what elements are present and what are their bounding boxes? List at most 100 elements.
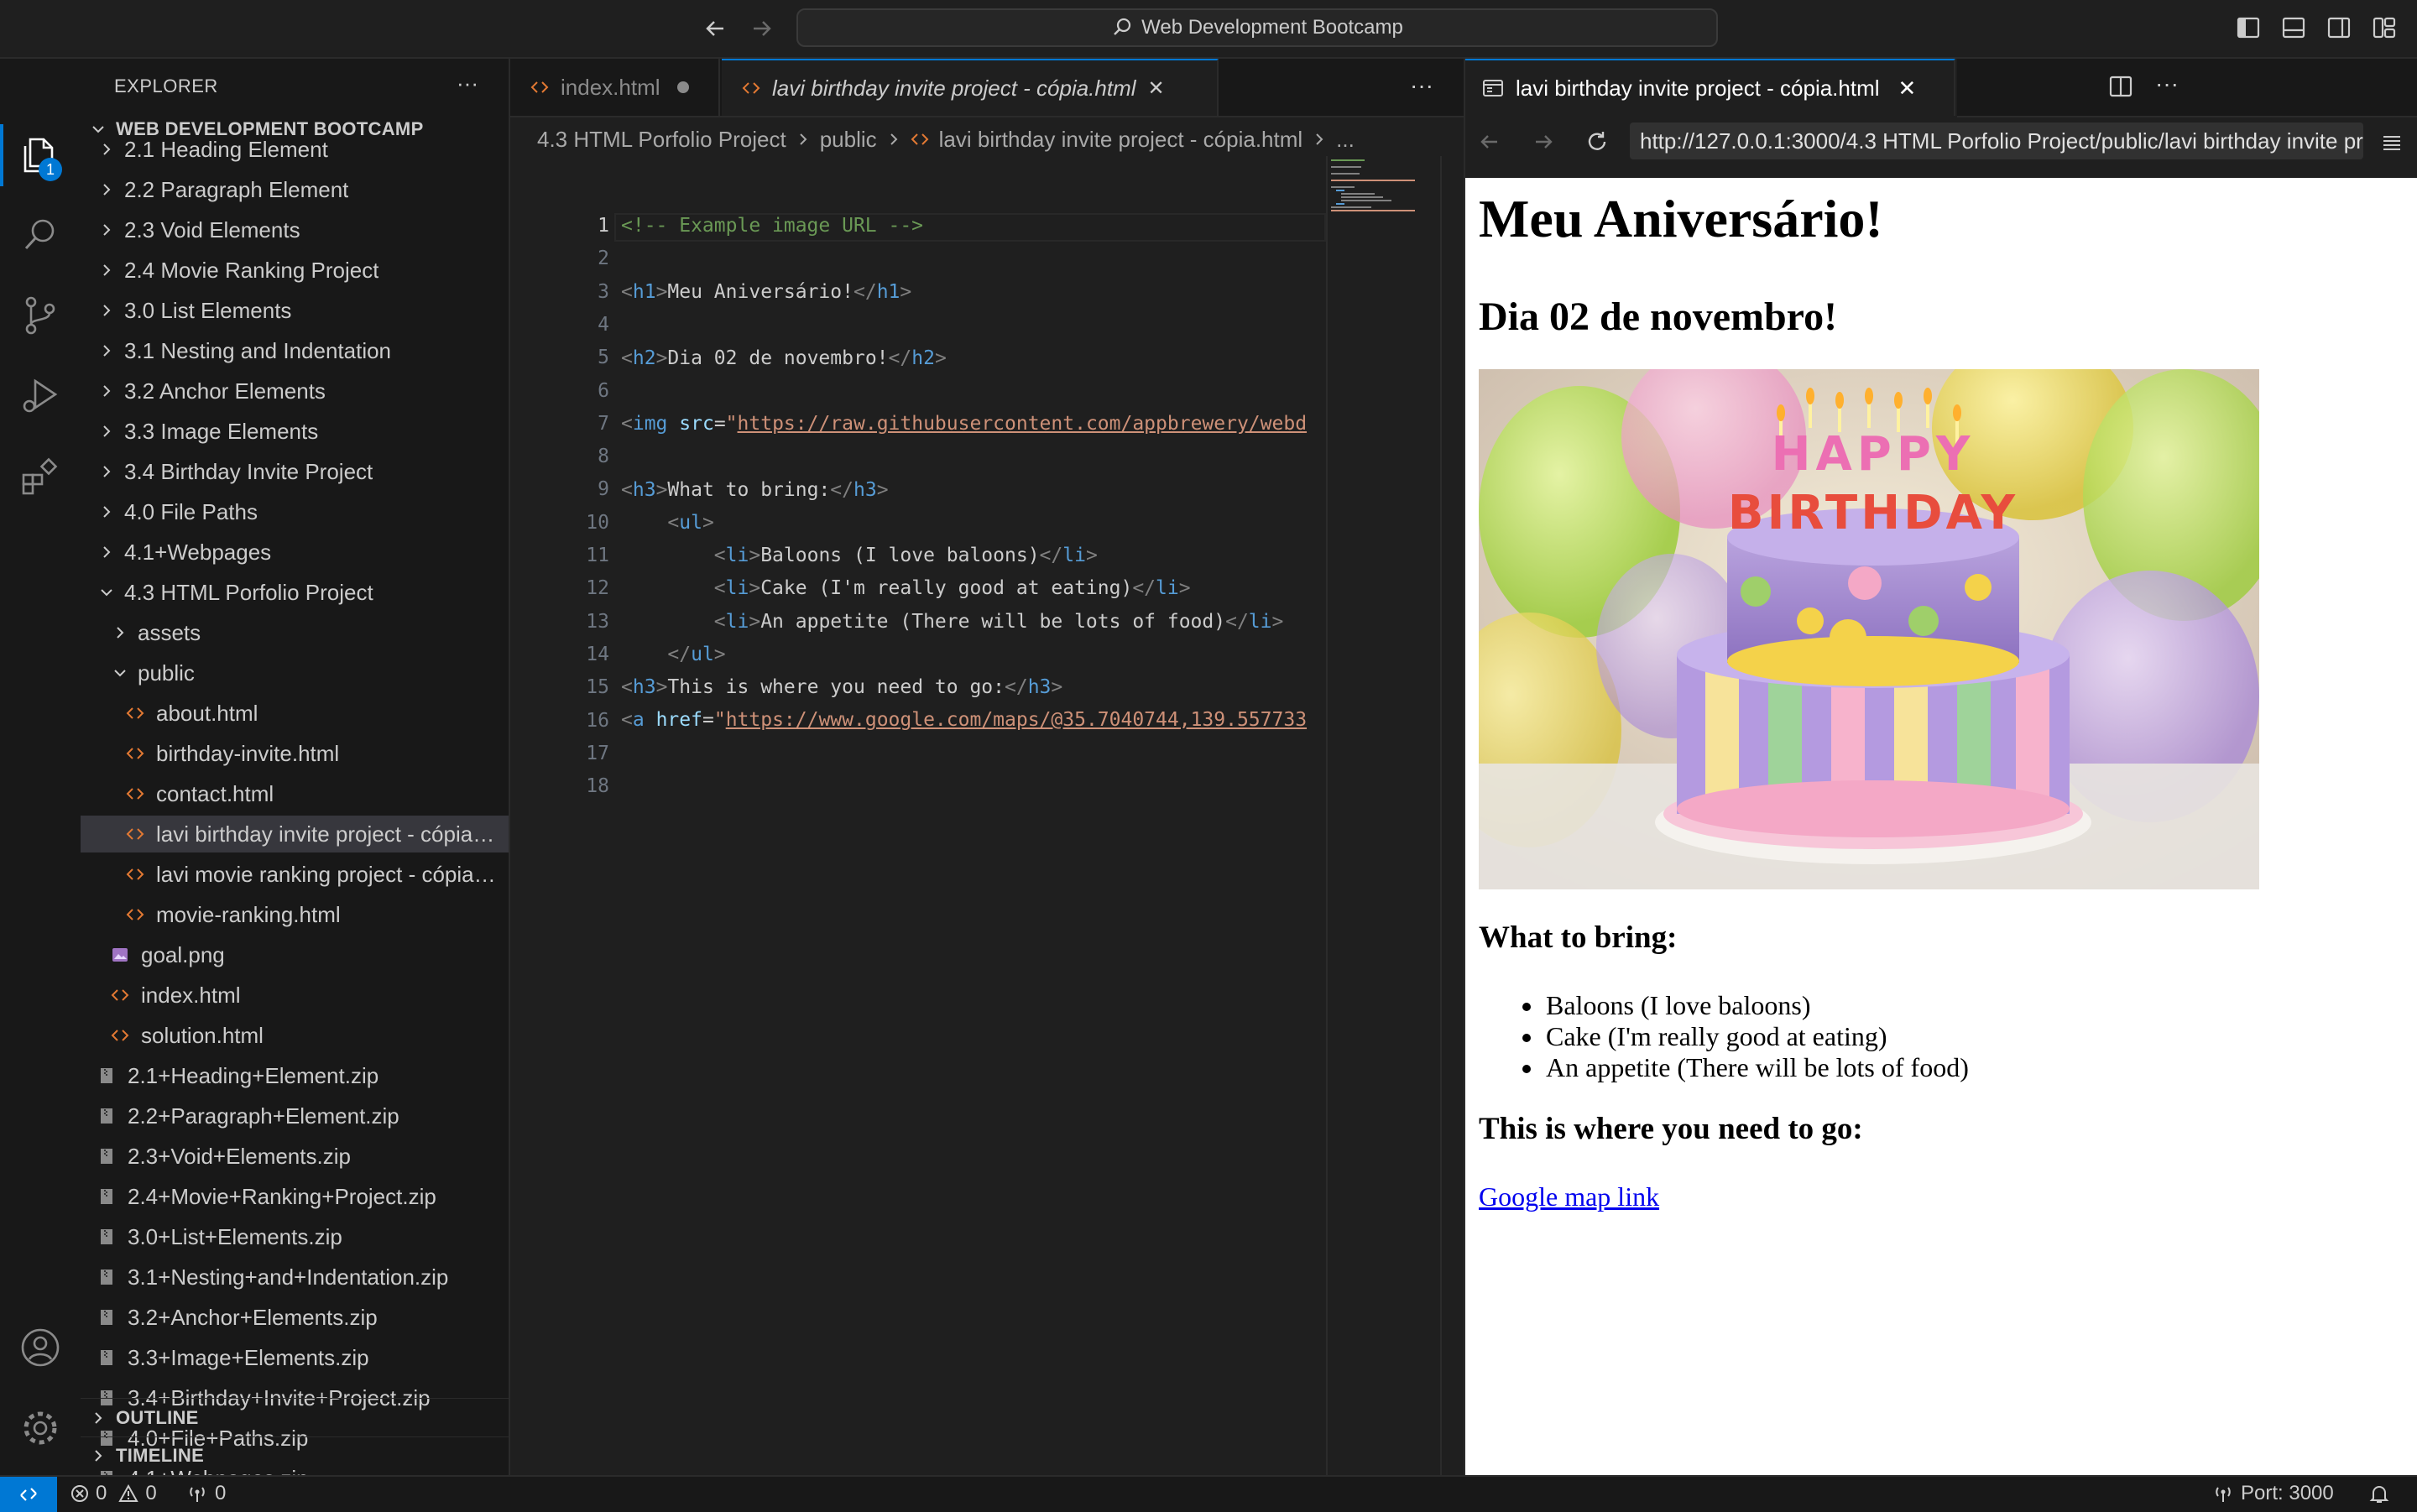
tree-file[interactable]: 2.4+Movie+Ranking+Project.zip [81, 1178, 509, 1215]
tree-file[interactable]: 3.2+Anchor+Elements.zip [81, 1299, 509, 1336]
breadcrumb-item[interactable]: public [820, 127, 877, 153]
run-debug-icon[interactable] [18, 374, 62, 418]
tree-folder[interactable]: assets [81, 614, 509, 651]
bullet-icon [1522, 1003, 1531, 1011]
account-icon[interactable] [18, 1326, 62, 1369]
tree-folder[interactable]: 3.4 Birthday Invite Project [81, 453, 509, 490]
preview-more-actions[interactable]: ··· [2155, 70, 2179, 97]
tree-file[interactable]: 2.2+Paragraph+Element.zip [81, 1098, 509, 1134]
forward-arrow-icon[interactable] [747, 14, 775, 43]
browser-forward-icon[interactable] [1531, 129, 1556, 154]
source-control-icon[interactable] [18, 294, 62, 337]
bullet-icon [1522, 1065, 1531, 1073]
remote-indicator[interactable] [0, 1477, 57, 1512]
tab-label: index.html [561, 74, 660, 100]
tree-folder[interactable]: 4.1+Webpages [81, 534, 509, 571]
preview-tab[interactable]: lavi birthday invite project - cópia.htm… [1465, 59, 1955, 116]
line-number: 5 [598, 347, 609, 369]
tree-file[interactable]: 3.3+Image+Elements.zip [81, 1339, 509, 1376]
close-tab-icon[interactable]: ✕ [1148, 76, 1165, 101]
ports-indicator[interactable]: 0 [186, 1482, 226, 1505]
tree-file[interactable]: movie-ranking.html [81, 896, 509, 933]
hamburger-menu-icon[interactable] [2380, 131, 2404, 154]
outline-section[interactable]: OUTLINE [81, 1400, 509, 1436]
tree-item-label: 3.1 Nesting and Indentation [124, 337, 392, 363]
tree-folder[interactable]: public [81, 654, 509, 691]
reload-icon[interactable] [1584, 129, 1610, 154]
code-line: <li>Baloons (I love baloons)</li> [713, 545, 1098, 566]
toggle-secondary-sidebar-icon[interactable] [2326, 15, 2352, 40]
tree-folder[interactable]: 3.0 List Elements [81, 292, 509, 329]
tree-file[interactable]: 3.0+List+Elements.zip [81, 1218, 509, 1255]
tree-file[interactable]: contact.html [81, 775, 509, 812]
tree-folder[interactable]: 2.2 Paragraph Element [81, 171, 509, 208]
live-server-port[interactable]: Port: 3000 [2212, 1482, 2334, 1505]
problems-indicator[interactable]: 0 0 [70, 1482, 157, 1505]
close-tab-icon[interactable]: ✕ [1898, 76, 1917, 102]
tree-folder[interactable]: 3.1 Nesting and Indentation [81, 332, 509, 369]
tree-file[interactable]: goal.png [81, 936, 509, 973]
customize-layout-icon[interactable] [2372, 15, 2397, 40]
explorer-sidebar: EXPLORER ··· WEB DEVELOPMENT BOOTCAMP 2.1… [81, 59, 510, 1475]
tree-file[interactable]: lavi birthday invite project - cópia.htm… [81, 816, 509, 852]
extensions-icon[interactable] [18, 455, 62, 498]
code-url[interactable]: https://www.google.com/maps/@35.7040744,… [726, 709, 1307, 731]
search-icon[interactable] [18, 213, 62, 257]
cake-candle-text: HAPPY [1772, 427, 1976, 482]
timeline-section[interactable]: TIMELINE [81, 1437, 509, 1474]
breadcrumb-item[interactable]: ... [1336, 127, 1355, 153]
tree-folder[interactable]: 3.2 Anchor Elements [81, 373, 509, 409]
tree-item-label: 2.4 Movie Ranking Project [124, 257, 379, 283]
tree-file[interactable]: 2.1+Heading+Element.zip [81, 1057, 509, 1094]
tree-file[interactable]: birthday-invite.html [81, 735, 509, 772]
toggle-panel-icon[interactable] [2281, 15, 2306, 40]
command-center-label: Web Development Bootcamp [1141, 16, 1403, 39]
tree-file[interactable]: 2.3+Void+Elements.zip [81, 1138, 509, 1175]
tree-folder[interactable]: 4.0 File Paths [81, 493, 509, 530]
chevron-down-icon [97, 583, 116, 602]
tree-folder[interactable]: 2.4 Movie Ranking Project [81, 252, 509, 289]
tree-file[interactable]: solution.html [81, 1017, 509, 1054]
tree-folder[interactable]: 2.1 Heading Element [81, 131, 509, 168]
editor-more-actions[interactable]: ··· [1410, 72, 1433, 99]
tree-item-label: 2.2+Paragraph+Element.zip [128, 1103, 399, 1129]
warning-icon [118, 1484, 139, 1503]
tree-item-label: index.html [141, 982, 241, 1008]
code-area[interactable]: 1 2 3 4 5 6 7 8 9 10 11 12 13 14 15 16 17 18 <!-- Example… [510, 156, 1326, 1475]
tree-file[interactable]: about.html [81, 695, 509, 732]
tree-file[interactable]: lavi movie ranking project - cópia.html [81, 856, 509, 893]
code-url[interactable]: https://raw.githubusercontent.com/appbre… [738, 413, 1308, 435]
minimap[interactable] [1326, 156, 1418, 1475]
toggle-primary-sidebar-icon[interactable] [2236, 15, 2261, 40]
tree-folder[interactable]: 3.3 Image Elements [81, 413, 509, 450]
tree-folder[interactable]: 2.3 Void Elements [81, 211, 509, 248]
code-text: Baloons (I love baloons) [760, 545, 1040, 566]
breadcrumb-item[interactable]: 4.3 HTML Porfolio Project [537, 127, 786, 153]
chevron-right-icon [111, 623, 129, 642]
command-center[interactable]: Web Development Bootcamp [796, 8, 1718, 47]
title-bar: Web Development Bootcamp [0, 0, 2417, 59]
url-bar[interactable]: http://127.0.0.1:3000/4.3 HTML Porfolio … [1630, 123, 2363, 159]
list-item: An appetite (There will be lots of food) [1522, 1052, 1969, 1083]
back-arrow-icon[interactable] [702, 14, 730, 43]
tree-file[interactable]: 3.1+Nesting+and+Indentation.zip [81, 1259, 509, 1296]
split-editor-icon[interactable] [2108, 74, 2133, 99]
tree-item-label: 2.1 Heading Element [124, 136, 328, 162]
settings-gear-icon[interactable] [18, 1406, 62, 1450]
tree-folder[interactable]: 4.3 HTML Porfolio Project [81, 574, 509, 611]
tab-lavi-birthday[interactable]: lavi birthday invite project - cópia.htm… [722, 59, 1219, 116]
tree-file[interactable]: index.html [81, 977, 509, 1014]
tree-item-label: 3.0+List+Elements.zip [128, 1223, 342, 1249]
zip-file-icon [97, 1268, 116, 1286]
code-editor: index.html lavi birthday invite project … [510, 59, 1464, 1475]
tree-item-label: 2.3 Void Elements [124, 216, 300, 242]
browser-back-icon[interactable] [1477, 129, 1502, 154]
line-number: 12 [586, 577, 609, 600]
breadcrumb-item[interactable]: lavi birthday invite project - cópia.htm… [939, 127, 1303, 153]
vertical-scrollbar[interactable] [1440, 156, 1465, 1475]
tree-item-label: 3.4 Birthday Invite Project [124, 458, 373, 484]
google-map-link[interactable]: Google map link [1479, 1181, 1659, 1212]
code-text: Meu Aniversário! [667, 281, 854, 303]
tab-index-html[interactable]: index.html [510, 59, 720, 116]
notifications-bell-icon[interactable] [2368, 1483, 2390, 1505]
